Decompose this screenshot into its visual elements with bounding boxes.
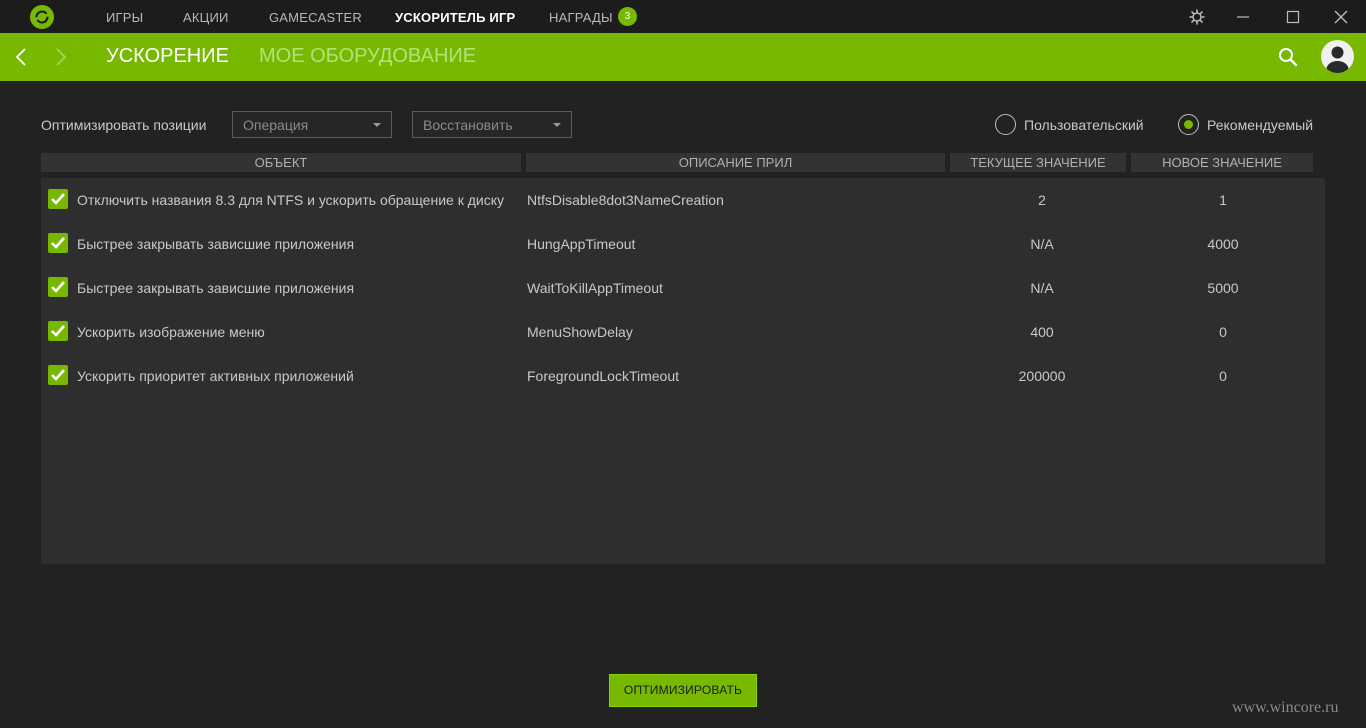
row-checkbox[interactable] — [48, 365, 68, 385]
forward-arrow-icon[interactable] — [49, 46, 71, 68]
cell-object: Ускорить приоритет активных приложений — [77, 368, 354, 384]
radio-recommended-label[interactable]: Рекомендуемый — [1207, 117, 1313, 133]
cell-object: Быстрее закрывать зависшие приложения — [77, 280, 355, 296]
row-checkbox[interactable] — [48, 277, 68, 297]
column-header-current-value[interactable]: ТЕКУЩЕЕ ЗНАЧЕНИЕ — [950, 153, 1126, 172]
user-avatar-icon[interactable] — [1321, 40, 1354, 73]
optimize-button[interactable]: ОПТИМИЗИРОВАТЬ — [609, 674, 757, 707]
tab-boost[interactable]: УСКОРЕНИЕ — [106, 45, 229, 68]
radio-custom-label[interactable]: Пользовательский — [1024, 117, 1144, 133]
close-icon[interactable] — [1330, 6, 1352, 28]
nav-gamecaster[interactable]: GAMECASTER — [269, 10, 362, 25]
cell-new-value: 5000 — [1207, 280, 1239, 296]
nav-promotions[interactable]: АКЦИИ — [183, 10, 229, 25]
column-header-new-value[interactable]: НОВОЕ ЗНАЧЕНИЕ — [1131, 153, 1313, 172]
cell-object: Отключить названия 8.3 для NTFS и ускори… — [77, 192, 504, 208]
minimize-icon[interactable] — [1232, 6, 1254, 28]
cell-new-value: 4000 — [1207, 236, 1239, 252]
column-header-description[interactable]: ОПИСАНИЕ ПРИЛ — [526, 153, 945, 172]
maximize-icon[interactable] — [1282, 6, 1304, 28]
back-arrow-icon[interactable] — [11, 46, 33, 68]
operation-dropdown-value: Операция — [243, 117, 309, 133]
table-row[interactable]: Ускорить изображение меню MenuShowDelay … — [41, 310, 1325, 354]
optimize-positions-label: Оптимизировать позиции — [41, 117, 207, 133]
operation-dropdown[interactable]: Операция — [232, 111, 392, 138]
tab-my-hardware[interactable]: МОЕ ОБОРУДОВАНИЕ — [259, 45, 476, 68]
restore-dropdown-value: Восстановить — [423, 117, 513, 133]
cell-description: ForegroundLockTimeout — [527, 368, 680, 384]
search-icon[interactable] — [1277, 46, 1299, 68]
cell-new-value: 1 — [1219, 192, 1227, 208]
row-checkbox[interactable] — [48, 189, 68, 209]
sub-navigation-bar: УСКОРЕНИЕ МОЕ ОБОРУДОВАНИЕ — [0, 33, 1366, 81]
app-logo-icon[interactable] — [30, 5, 54, 29]
radio-selected-dot — [1184, 120, 1193, 129]
cell-description: NtfsDisable8dot3NameCreation — [527, 192, 724, 208]
title-bar: ИГРЫ АКЦИИ GAMECASTER УСКОРИТЕЛЬ ИГР НАГ… — [0, 0, 1366, 33]
table-row[interactable]: Быстрее закрывать зависшие приложения Wa… — [41, 266, 1325, 310]
dropdown-caret-icon — [373, 123, 381, 127]
cell-description: HungAppTimeout — [527, 236, 636, 252]
row-checkbox[interactable] — [48, 321, 68, 341]
rewards-count-badge: 3 — [618, 7, 637, 26]
cell-current-value: N/A — [1030, 280, 1054, 296]
table-row[interactable]: Отключить названия 8.3 для NTFS и ускори… — [41, 178, 1325, 222]
cell-current-value: N/A — [1030, 236, 1054, 252]
watermark: www.wincore.ru — [1232, 699, 1339, 716]
optimization-table: Отключить названия 8.3 для NTFS и ускори… — [41, 178, 1325, 564]
nav-games[interactable]: ИГРЫ — [106, 10, 143, 25]
table-row[interactable]: Быстрее закрывать зависшие приложения Hu… — [41, 222, 1325, 266]
radio-custom[interactable] — [995, 114, 1016, 135]
restore-dropdown[interactable]: Восстановить — [412, 111, 572, 138]
cell-object: Быстрее закрывать зависшие приложения — [77, 236, 355, 252]
cell-description: MenuShowDelay — [527, 324, 633, 340]
row-checkbox[interactable] — [48, 233, 68, 253]
cell-current-value: 200000 — [1018, 368, 1066, 384]
table-row[interactable]: Ускорить приоритет активных приложений F… — [41, 354, 1325, 398]
column-header-object[interactable]: ОБЪЕКТ — [41, 153, 521, 172]
cell-new-value: 0 — [1219, 368, 1227, 384]
settings-icon[interactable] — [1186, 6, 1208, 28]
cell-current-value: 400 — [1030, 324, 1054, 340]
cell-new-value: 0 — [1219, 324, 1227, 340]
cell-current-value: 2 — [1038, 192, 1046, 208]
cell-description: WaitToKillAppTimeout — [527, 280, 663, 296]
nav-game-booster[interactable]: УСКОРИТЕЛЬ ИГР — [395, 10, 515, 25]
dropdown-caret-icon — [553, 123, 561, 127]
radio-recommended[interactable] — [1178, 114, 1199, 135]
nav-rewards[interactable]: НАГРАДЫ — [549, 10, 613, 25]
cell-object: Ускорить изображение меню — [77, 324, 265, 340]
